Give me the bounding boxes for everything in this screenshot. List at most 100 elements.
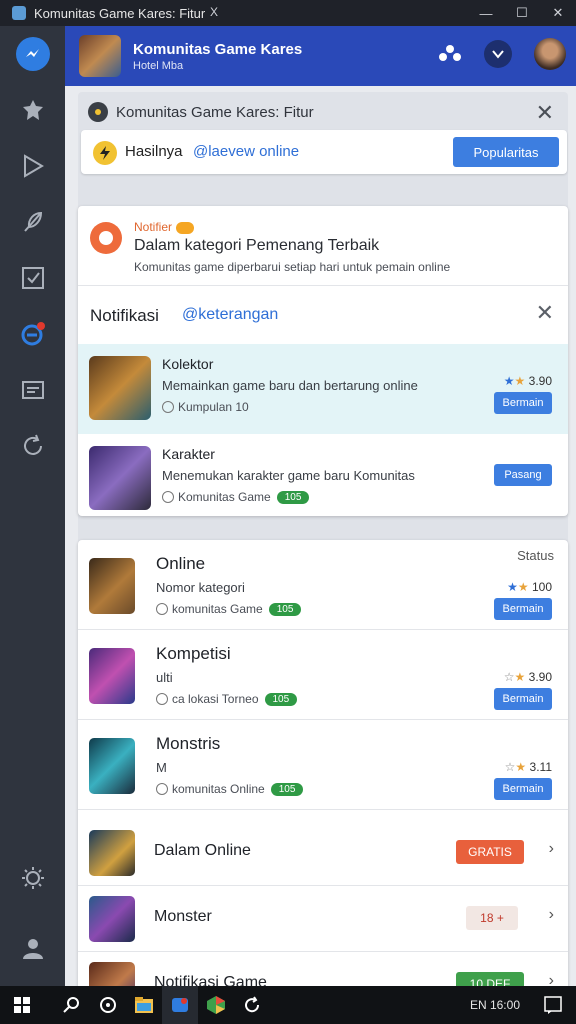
game-meta: Komunitas Game (178, 490, 271, 504)
star-icon: ☆ (504, 760, 516, 774)
star-icon: ★ (514, 670, 526, 684)
game-meta: komunitas Game (172, 602, 263, 616)
sidebar-item-play[interactable] (0, 138, 65, 194)
file-explorer-icon[interactable] (126, 986, 162, 1024)
panel-close-icon[interactable]: ✕ (536, 100, 554, 126)
sidebar-item-puzzle[interactable] (0, 82, 65, 138)
sidebar-item-profile[interactable] (0, 920, 65, 976)
search-icon[interactable] (54, 986, 90, 1024)
player-count-pill: 105 (276, 490, 310, 504)
maps-icon[interactable] (198, 986, 234, 1024)
notification-link-icon (21, 322, 45, 346)
sidebar-item-notifications[interactable] (0, 306, 65, 362)
play-button[interactable]: Bermain (494, 688, 552, 710)
settings-icon[interactable] (90, 986, 126, 1024)
maximize-button[interactable]: ☐ (504, 5, 540, 21)
game-rating: 100 (531, 580, 552, 594)
game-name: Kolektor (162, 356, 214, 372)
header-subtitle: Hotel Mba (133, 59, 184, 72)
star-icon: ★ (517, 580, 529, 594)
star-icon: ★ (514, 374, 526, 388)
install-button[interactable]: Pasang (494, 464, 552, 486)
messenger-logo-icon (15, 37, 50, 71)
tab-results[interactable]: Hasilnya (125, 143, 183, 160)
chevron-right-icon[interactable]: › (549, 840, 554, 858)
sidebar-item-tasks[interactable] (0, 250, 65, 306)
play-button[interactable]: Bermain (494, 778, 552, 800)
featured-row[interactable]: Karakter Menemukan karakter game baru Ko… (78, 434, 568, 516)
app-icon (12, 6, 26, 20)
game-rating: 3.90 (528, 374, 552, 388)
play-button[interactable]: Bermain (494, 598, 552, 620)
windows-start-icon[interactable] (4, 986, 40, 1024)
tab-online[interactable]: @laevew online (193, 143, 299, 160)
player-count-pill: 105 (270, 782, 304, 796)
user-avatar[interactable] (534, 38, 566, 70)
game-description: ulti (156, 670, 173, 685)
game-thumbnail (89, 738, 135, 794)
meta-icon (156, 603, 168, 615)
game-row[interactable]: Online Nomor kategori komunitas Game 105 … (78, 540, 568, 630)
play-icon (23, 154, 44, 178)
game-description: Memainkan game baru dan bertarung online (162, 378, 418, 393)
sidebar-item-home[interactable] (0, 26, 65, 82)
age-badge: 18 + (466, 906, 518, 930)
people-icon[interactable] (438, 42, 462, 66)
header-title: Komunitas Game Kares (133, 40, 303, 58)
chevron-right-icon[interactable]: › (549, 972, 554, 986)
notification-center-icon[interactable] (544, 996, 562, 1019)
messenger-icon[interactable] (162, 986, 198, 1024)
chevron-right-icon[interactable]: › (549, 906, 554, 924)
price-badge: GRATIS (456, 840, 524, 864)
sidebar-item-settings[interactable] (0, 850, 65, 906)
feather-icon (23, 211, 42, 232)
simple-game-row[interactable]: Dalam Online GRATIS › (78, 820, 568, 886)
star-icon: ★ (503, 374, 515, 388)
taskbar: EN 16:00 (0, 986, 576, 1024)
section-close-icon[interactable]: ✕ (536, 300, 554, 326)
system-tray[interactable]: EN 16:00 (470, 998, 520, 1012)
notification-title: Dalam kategori Pemenang Terbaik (134, 237, 380, 254)
simple-game-row[interactable]: Monster 18 + › (78, 886, 568, 952)
popularity-button[interactable]: Popularitas (453, 137, 559, 167)
game-rating: 3.11 (529, 760, 552, 774)
notification-card: Notifier Dalam kategori Pemenang Terbaik… (78, 206, 568, 516)
game-thumbnail (89, 896, 135, 942)
notification-banner[interactable]: Notifier Dalam kategori Pemenang Terbaik… (78, 206, 568, 286)
notification-subtitle: Komunitas game diperbarui setiap hari un… (134, 260, 451, 274)
section-link[interactable]: @keterangan (182, 306, 278, 324)
sidebar-item-feather[interactable] (0, 194, 65, 250)
sidebar-item-messages[interactable] (0, 362, 65, 418)
simple-game-row[interactable]: Notifikasi Game 10 DEF › (78, 952, 568, 986)
featured-row[interactable]: Kolektor Memainkan game baru dan bertaru… (78, 344, 568, 434)
play-button[interactable]: Bermain (494, 392, 552, 414)
game-thumbnail (89, 558, 135, 614)
game-row[interactable]: Monstris M komunitas Online 105 ☆★ 3.11 B… (78, 720, 568, 810)
close-button[interactable]: ✕ (540, 5, 576, 21)
chevron-down-icon[interactable] (484, 40, 512, 68)
game-description: M (156, 760, 167, 775)
panel-title: Komunitas Game Kares: Fitur (116, 103, 314, 121)
sidebar-item-refresh[interactable] (0, 418, 65, 474)
game-description: Menemukan karakter game baru Komunitas (162, 468, 415, 483)
star-icon: ☆ (503, 670, 515, 684)
meta-icon (156, 783, 168, 795)
star-icon: ★ (515, 760, 527, 774)
game-rating: 3.90 (528, 670, 552, 684)
game-name: Online (156, 554, 206, 573)
price-badge: 10 DEF (456, 972, 524, 986)
game-name: Dalam Online (154, 842, 251, 859)
game-name: Notifikasi Game (154, 974, 267, 986)
game-thumbnail (89, 356, 151, 420)
sync-icon[interactable] (234, 986, 270, 1024)
player-count-pill: 105 (268, 602, 302, 616)
community-avatar[interactable] (79, 35, 121, 77)
main-area: Komunitas Game Kares Hotel Mba Komunitas… (65, 26, 576, 986)
game-row[interactable]: Kompetisi ulti ca lokasi Torneo 105 ☆★ 3.… (78, 630, 568, 720)
user-icon (22, 939, 43, 959)
minimize-button[interactable]: — (468, 6, 504, 21)
tab-close-icon[interactable]: X (210, 5, 218, 19)
filter-bar: Hasilnya @laevew online Popularitas (81, 130, 567, 174)
game-thumbnail (89, 962, 135, 986)
notification-label: Notifier (134, 220, 173, 234)
